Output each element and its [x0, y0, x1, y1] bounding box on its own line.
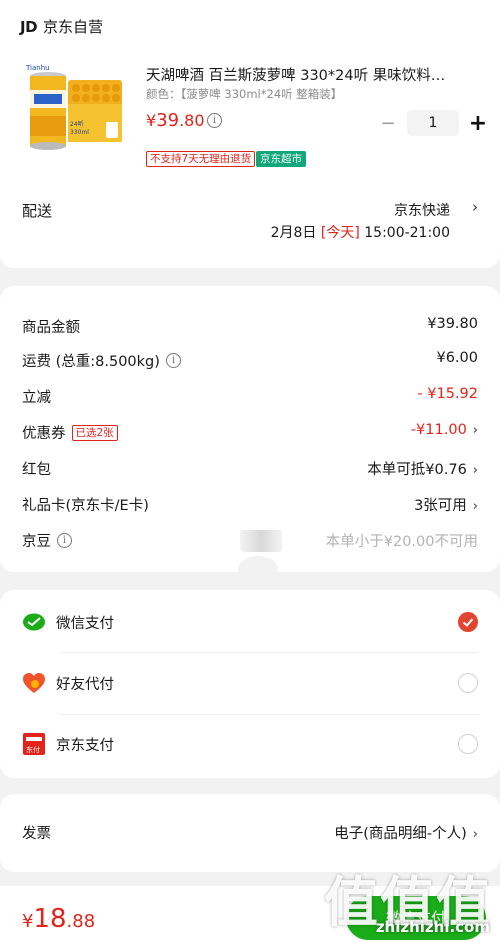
coupon-selected-tag: 已选2张	[71, 424, 118, 441]
pay-option-label: 京东支付	[56, 737, 114, 754]
total-symbol: ¥	[22, 911, 34, 932]
pay-option-label: 微信支付	[56, 615, 114, 632]
pay-option-friend[interactable]: 好友代付	[22, 670, 478, 696]
svg-text:Tianhu: Tianhu	[25, 64, 50, 72]
pay-option-wechat[interactable]: 微信支付	[22, 609, 478, 635]
jingdou-label-wrap: 京豆 i	[22, 530, 72, 551]
discount-label: 立减	[22, 390, 51, 406]
invoice-value: 电子(商品明细-个人)	[334, 826, 467, 842]
coupon-label: 优惠券	[22, 426, 66, 442]
freight-label-wrap: 运费 (总重:8.500kg) i	[22, 350, 181, 371]
card-notch	[238, 556, 278, 582]
freight-info-icon[interactable]: i	[165, 353, 181, 368]
jd-logo: JD	[20, 17, 38, 36]
total-dec: .88	[66, 911, 96, 932]
store-header[interactable]: JD 京东自营	[20, 16, 103, 37]
jd-pay-icon: 东付	[22, 732, 46, 756]
jingdou-info-icon[interactable]: i	[57, 533, 72, 548]
svg-text:24听: 24听	[70, 120, 84, 128]
redpacket-label: 红包	[22, 462, 51, 478]
product-image[interactable]: Tianhu 24听 330ml	[22, 60, 126, 156]
no-return-tag: 不支持7天无理由退货	[146, 151, 256, 167]
price-int: 39	[156, 110, 180, 131]
shipping-method[interactable]: 京东快递	[394, 200, 450, 220]
coupon-label-wrap: 优惠券 已选2张	[22, 422, 118, 443]
giftcard-value: 3张可用	[414, 498, 467, 514]
giftcard-row[interactable]: 礼品卡(京东卡/E卡) 3张可用 ›	[22, 494, 478, 514]
jd-pay-icon-text: 东付	[26, 745, 40, 754]
goods-amount-value: ¥39.80	[427, 316, 478, 332]
price-dec: .80	[179, 111, 205, 130]
svg-text:330ml: 330ml	[70, 129, 89, 136]
divider	[60, 652, 478, 653]
product-price: ¥39.80	[146, 110, 205, 131]
price-symbol: ¥	[146, 111, 157, 130]
quantity-stepper: − 1 +	[377, 110, 489, 136]
order-card: JD 京东自营 Tianhu 24听 330ml 天湖啤酒 百兰斯菠萝啤 330…	[0, 0, 500, 268]
watermark-url: zhizhizhi.com	[375, 918, 490, 936]
coupon-row[interactable]: 优惠券 已选2张 -¥11.00 ›	[22, 422, 478, 442]
shipping-today: [今天]	[320, 225, 360, 241]
chevron-right-icon: ›	[472, 827, 478, 842]
invoice-label: 发票	[22, 826, 51, 842]
jingdou-label: 京豆	[22, 534, 51, 550]
discount-value: - ¥15.92	[417, 386, 478, 402]
freight-value: ¥6.00	[436, 350, 478, 366]
freight-row: 运费 (总重:8.500kg) i ¥6.00	[22, 350, 478, 370]
redpacket-row[interactable]: 红包 本单可抵¥0.76 ›	[22, 458, 478, 478]
total-price: ¥18.88	[22, 904, 95, 934]
radio-checked-icon[interactable]	[458, 612, 478, 632]
shipping-window: 15:00-21:00	[364, 225, 450, 241]
invoice-row[interactable]: 发票 电子(商品明细-个人) ›	[22, 822, 478, 842]
shipping-time[interactable]: 2月8日 [今天] 15:00-21:00	[271, 222, 450, 242]
jd-supermarket-tag: 京东超市	[256, 151, 306, 167]
goods-amount-label: 商品金额	[22, 320, 80, 336]
product-spec: 颜色：【菠萝啤 330ml*24听 整箱装】	[146, 87, 343, 101]
total-int: 18	[33, 904, 67, 934]
redpacket-value-wrap: 本单可抵¥0.76 ›	[367, 458, 478, 479]
giftcard-value-wrap: 3张可用 ›	[414, 494, 478, 515]
radio-unchecked-icon[interactable]	[458, 673, 478, 693]
invoice-value-wrap: 电子(商品明细-个人) ›	[334, 822, 478, 843]
chevron-right-icon[interactable]: ›	[472, 198, 478, 216]
chevron-right-icon: ›	[472, 499, 478, 514]
chevron-right-icon: ›	[472, 423, 478, 438]
chevron-right-icon: ›	[472, 463, 478, 478]
heart-icon	[22, 671, 46, 695]
goods-amount-row: 商品金额 ¥39.80	[22, 316, 478, 336]
giftcard-label: 礼品卡(京东卡/E卡)	[22, 498, 149, 514]
divider	[60, 714, 478, 715]
decrease-button[interactable]: −	[377, 113, 399, 134]
coupon-value-wrap: -¥11.00 ›	[411, 422, 478, 438]
radio-unchecked-icon[interactable]	[458, 734, 478, 754]
store-name: 京东自营	[43, 18, 104, 36]
pay-option-label: 好友代付	[56, 676, 114, 693]
jingdou-value: 本单小于¥20.00不可用	[325, 534, 478, 550]
shipping-label: 配送	[22, 202, 53, 220]
discount-row: 立减 - ¥15.92	[22, 386, 478, 406]
wechat-pay-icon	[22, 610, 46, 634]
payment-card: 微信支付 好友代付 东付 京东支付	[0, 590, 500, 778]
quantity-input[interactable]: 1	[407, 110, 459, 136]
increase-button[interactable]: +	[467, 111, 489, 136]
coupon-value: -¥11.00	[410, 422, 467, 438]
product-title[interactable]: 天湖啤酒 百兰斯菠萝啤 330*24听 果味饮料…	[146, 64, 476, 85]
pay-option-jdpay[interactable]: 东付 京东支付	[22, 731, 478, 757]
redpacket-value: 本单可抵¥0.76	[367, 462, 467, 478]
shipping-date: 2月8日	[270, 225, 317, 241]
price-info-icon[interactable]: i	[207, 113, 222, 128]
blurred-count	[240, 530, 282, 552]
freight-label: 运费 (总重:8.500kg)	[22, 354, 160, 370]
